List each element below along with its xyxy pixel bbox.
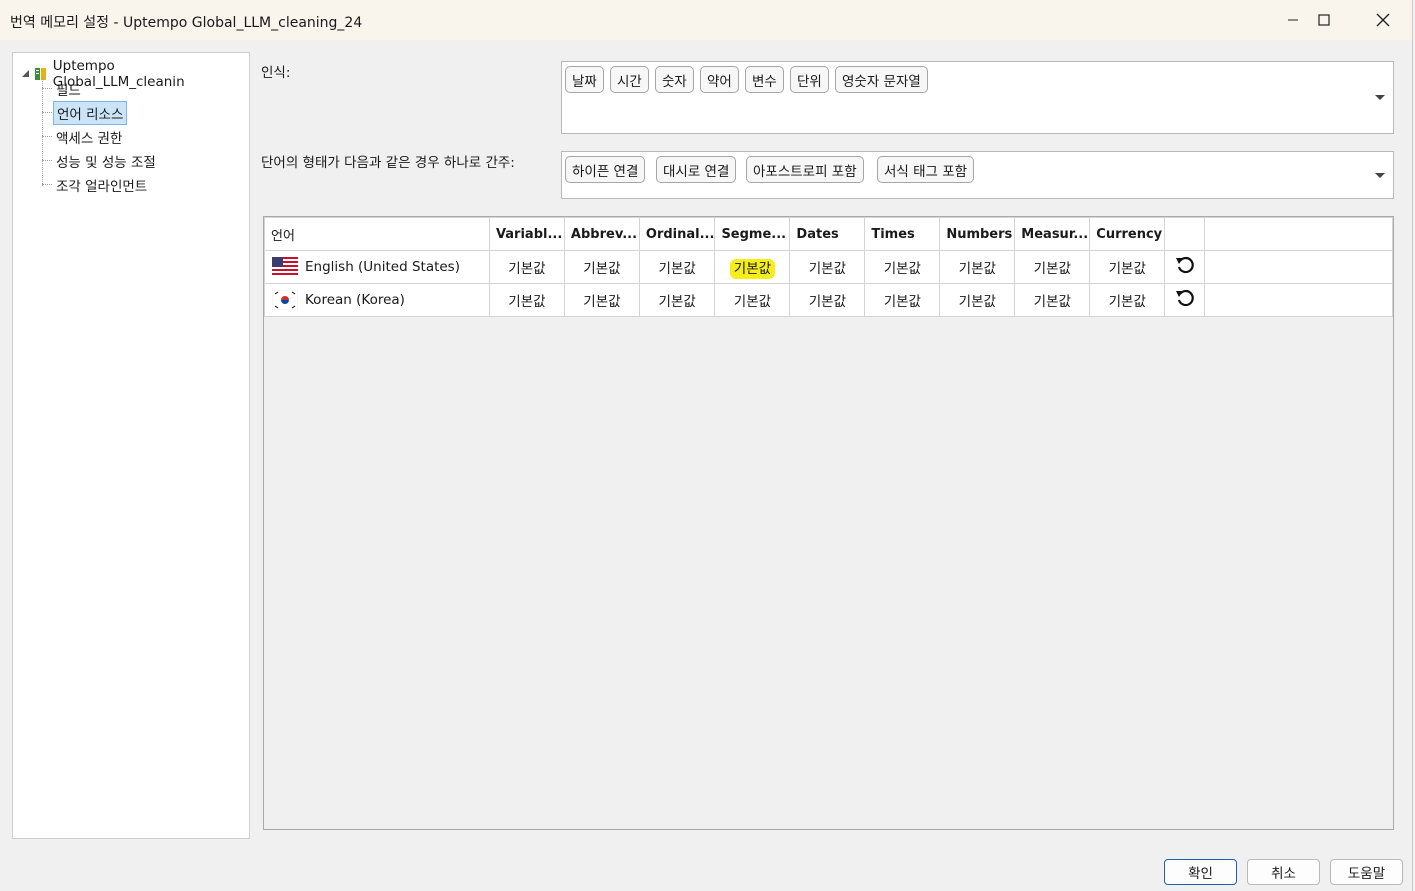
tag-dash[interactable]: 대시로 연결 xyxy=(656,156,737,183)
header-language[interactable]: 언어 xyxy=(264,217,490,251)
tag-apostrophe[interactable]: 아포스트로피 포함 xyxy=(746,156,864,183)
tree-item-performance[interactable]: 성능 및 성능 조절 xyxy=(53,150,159,172)
title-bar: 번역 메모리 설정 - Uptempo Global_LLM_cleaning_… xyxy=(0,0,1412,40)
header-ordinal[interactable]: Ordinal... xyxy=(638,217,716,251)
tag-hyphen[interactable]: 하이픈 연결 xyxy=(565,156,646,183)
tag-dates[interactable]: 날짜 xyxy=(565,66,604,93)
us-flag-icon xyxy=(272,257,298,277)
tag-numbers[interactable]: 숫자 xyxy=(655,66,694,93)
header-variables[interactable]: Variabl... xyxy=(488,217,565,251)
language-cell: Korean (Korea) xyxy=(264,283,490,317)
header-abbreviations[interactable]: Abbrev... xyxy=(563,217,640,251)
language-cell: English (United States) xyxy=(264,250,490,284)
header-reset xyxy=(1164,217,1206,251)
tag-times[interactable]: 시간 xyxy=(610,66,649,93)
value-cell[interactable]: 기본값 xyxy=(638,250,716,284)
language-name: English (United States) xyxy=(305,259,460,275)
filler-cell xyxy=(1204,283,1393,317)
value-cell[interactable]: 기본값 xyxy=(939,250,1016,284)
header-filler xyxy=(1204,217,1393,251)
reset-button[interactable] xyxy=(1164,250,1206,284)
wordforms-label: 단어의 형태가 다음과 같은 경우 하나로 간주: xyxy=(261,155,515,171)
tree-branch xyxy=(42,160,52,161)
language-resources-grid: 언어 Variabl... Abbrev... Ordinal... Segme… xyxy=(263,216,1394,830)
value-cell[interactable]: 기본값 xyxy=(563,250,640,284)
header-segmentation[interactable]: Segme... xyxy=(714,217,791,251)
tree-item-language-resources[interactable]: 언어 리소스 xyxy=(53,101,128,125)
tree-branch xyxy=(42,184,52,185)
tree-guide-line xyxy=(42,75,43,186)
value-cell[interactable]: 기본값 xyxy=(638,283,716,317)
value-cell[interactable]: 기본값 xyxy=(1014,250,1091,284)
value-cell[interactable]: 기본값 xyxy=(1014,283,1091,317)
close-button[interactable] xyxy=(1360,6,1406,34)
tree-branch xyxy=(42,136,52,137)
cancel-button[interactable]: 취소 xyxy=(1247,859,1320,885)
tag-units[interactable]: 단위 xyxy=(790,66,829,93)
header-currency[interactable]: Currency xyxy=(1089,217,1166,251)
tag-format-tags[interactable]: 서식 태그 포함 xyxy=(877,156,975,183)
recognize-label: 인식: xyxy=(261,65,291,81)
value-cell[interactable]: 기본값 xyxy=(789,250,866,284)
language-table: 언어 Variabl... Abbrev... Ordinal... Segme… xyxy=(264,217,1393,317)
tag-variables[interactable]: 변수 xyxy=(745,66,784,93)
maximize-button[interactable] xyxy=(1301,6,1347,34)
table-row[interactable]: Korean (Korea) 기본값 기본값 기본값 기본값 기본값 기본값 기… xyxy=(264,283,1393,317)
reset-icon xyxy=(1175,256,1194,274)
header-dates[interactable]: Dates xyxy=(789,217,866,251)
value-cell[interactable]: 기본값 xyxy=(488,283,565,317)
collapse-arrow-icon[interactable] xyxy=(21,69,31,79)
value-cell[interactable]: 기본값 xyxy=(939,283,1016,317)
tree-item-fragment-alignment[interactable]: 조각 얼라인먼트 xyxy=(53,174,150,196)
tag-alphanumeric[interactable]: 영숫자 문자열 xyxy=(835,66,928,93)
tag-acronyms[interactable]: 약어 xyxy=(700,66,739,93)
tree-item-fields[interactable]: 필드 xyxy=(53,78,84,100)
value-cell[interactable]: 기본값 xyxy=(488,250,565,284)
value-cell[interactable]: 기본값 xyxy=(1089,283,1166,317)
language-name: Korean (Korea) xyxy=(305,292,405,308)
chevron-down-icon[interactable] xyxy=(1375,173,1385,178)
value-cell[interactable]: 기본값 xyxy=(563,283,640,317)
value-cell-highlighted[interactable]: 기본값 xyxy=(714,250,791,284)
minimize-icon xyxy=(1288,19,1298,21)
settings-window: 번역 메모리 설정 - Uptempo Global_LLM_cleaning_… xyxy=(0,0,1413,891)
value-cell[interactable]: 기본값 xyxy=(1089,250,1166,284)
value-cell[interactable]: 기본값 xyxy=(864,283,941,317)
reset-button[interactable] xyxy=(1164,283,1206,317)
tree-item-access-rights[interactable]: 액세스 권한 xyxy=(53,126,125,148)
window-title: 번역 메모리 설정 - Uptempo Global_LLM_cleaning_… xyxy=(10,15,363,31)
value-cell[interactable]: 기본값 xyxy=(864,250,941,284)
header-numbers[interactable]: Numbers xyxy=(939,217,1016,251)
filler-cell xyxy=(1204,250,1393,284)
help-button[interactable]: 도움말 xyxy=(1330,859,1403,885)
value-cell[interactable]: 기본값 xyxy=(789,283,866,317)
recognize-tag-box[interactable]: 날짜 시간 숫자 약어 변수 단위 영숫자 문자열 xyxy=(561,61,1394,134)
kr-flag-icon xyxy=(272,290,298,310)
close-icon xyxy=(1376,13,1390,27)
table-header-row: 언어 Variabl... Abbrev... Ordinal... Segme… xyxy=(264,217,1393,251)
settings-tree: Uptempo Global_LLM_cleanin 필드 언어 리소스 액세스… xyxy=(12,52,250,839)
wordforms-tag-box[interactable]: 하이픈 연결 대시로 연결 아포스트로피 포함 서식 태그 포함 xyxy=(561,151,1394,199)
tree-branch xyxy=(42,112,52,113)
header-times[interactable]: Times xyxy=(864,217,941,251)
table-row[interactable]: English (United States) 기본값 기본값 기본값 기본값 … xyxy=(264,250,1393,284)
reset-icon xyxy=(1175,289,1194,307)
translation-memory-icon xyxy=(34,68,46,80)
tree-branch xyxy=(42,88,52,89)
header-measurements[interactable]: Measur... xyxy=(1014,217,1091,251)
maximize-icon xyxy=(1318,14,1330,26)
highlight-mark: 기본값 xyxy=(729,259,776,279)
ok-button[interactable]: 확인 xyxy=(1164,859,1237,885)
chevron-down-icon[interactable] xyxy=(1375,95,1385,100)
value-cell[interactable]: 기본값 xyxy=(714,283,791,317)
